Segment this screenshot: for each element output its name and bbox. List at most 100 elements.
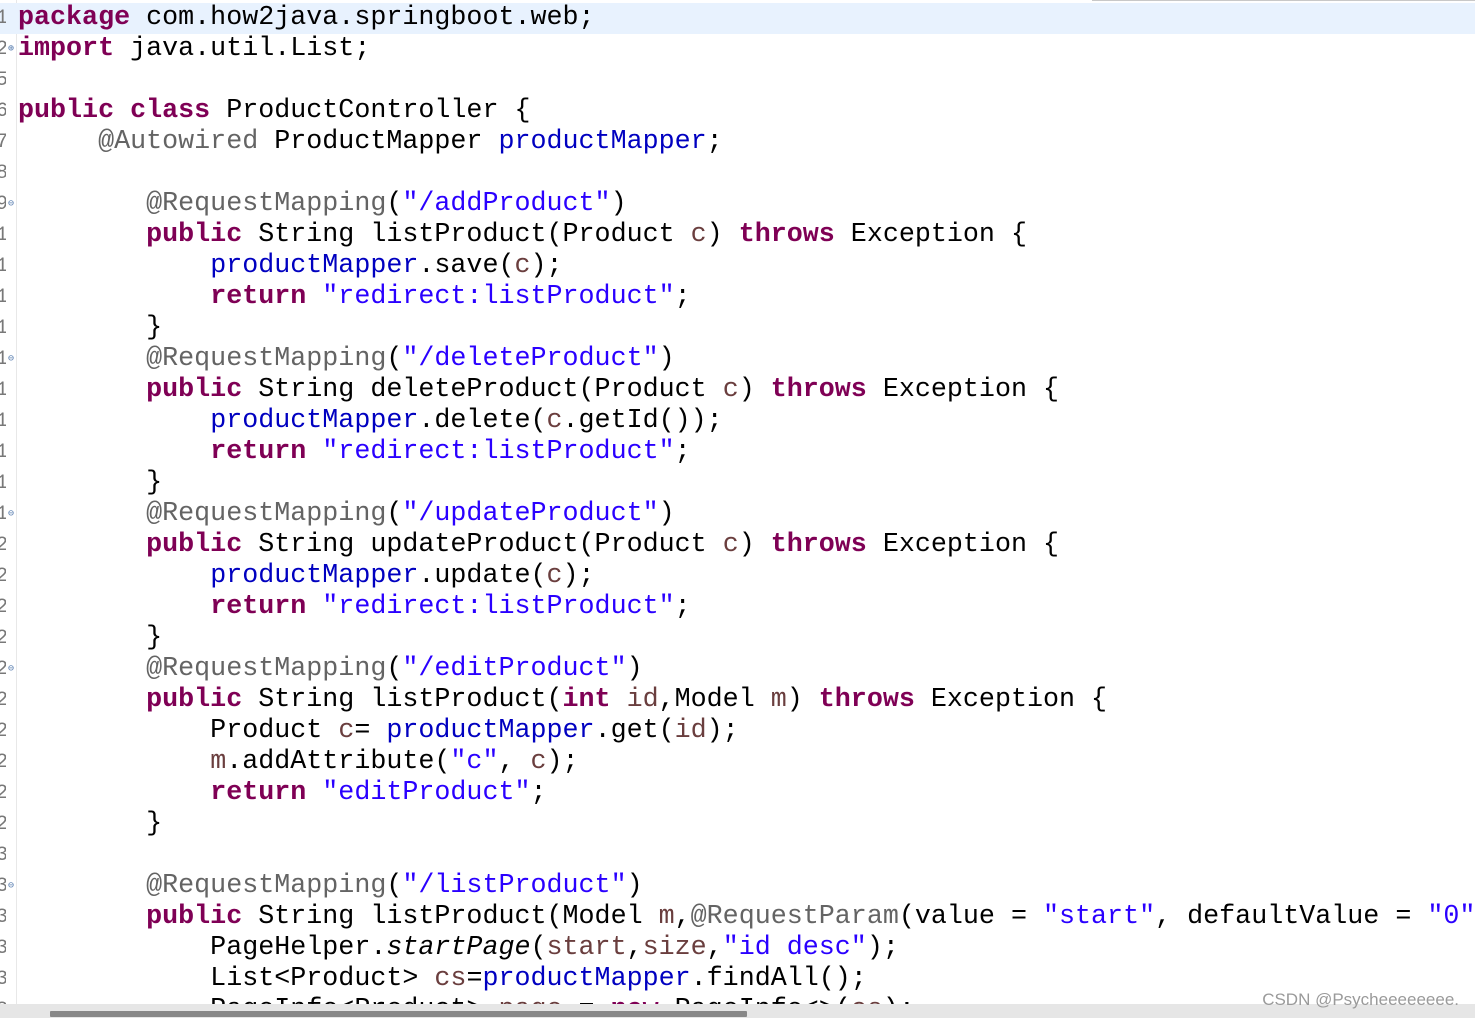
code-text[interactable]: public String listProduct(int id,Model m… <box>18 685 1107 716</box>
code-token: @RequestMapping <box>146 871 387 901</box>
code-line[interactable]: 19⊖ @RequestMapping("/updateProduct") <box>0 499 1475 530</box>
code-line[interactable]: 1 package com.how2java.springboot.web; <box>0 3 1475 34</box>
code-token: ) <box>610 189 627 219</box>
code-line[interactable]: 8 <box>0 158 1475 189</box>
code-line[interactable]: 31⊖ @RequestMapping("/listProduct") <box>0 871 1475 902</box>
code-text[interactable]: return "redirect:listProduct"; <box>18 592 690 623</box>
code-text[interactable]: return "redirect:listProduct"; <box>18 437 690 468</box>
code-text[interactable]: @RequestMapping("/editProduct") <box>18 654 642 685</box>
code-token: @RequestMapping <box>146 344 387 374</box>
code-line[interactable]: 24⊖ @RequestMapping("/editProduct") <box>0 654 1475 685</box>
code-line[interactable]: 27 m.addAttribute("c", c); <box>0 747 1475 778</box>
horizontal-scrollbar-thumb[interactable] <box>50 1011 747 1017</box>
code-text[interactable]: public String deleteProduct(Product c) t… <box>18 375 1059 406</box>
code-token: "/updateProduct" <box>402 499 659 529</box>
code-text[interactable]: } <box>18 809 162 840</box>
code-line[interactable]: 34 List<Product> cs=productMapper.findAl… <box>0 964 1475 995</box>
code-text[interactable]: @RequestMapping("/deleteProduct") <box>18 344 675 375</box>
code-line[interactable]: 9⊖ @RequestMapping("/addProduct") <box>0 189 1475 220</box>
code-token: ); <box>546 747 579 777</box>
code-line[interactable]: 29 } <box>0 809 1475 840</box>
code-text[interactable]: } <box>18 468 162 499</box>
code-token: ( <box>530 933 547 963</box>
code-token: List<Product> <box>18 964 435 994</box>
code-line[interactable]: 13 } <box>0 313 1475 344</box>
code-editor[interactable]: 1 package com.how2java.springboot.web;2⊕i… <box>0 0 1475 1004</box>
fold-collapse-icon[interactable]: ⊖ <box>6 871 16 902</box>
code-text[interactable]: List<Product> cs=productMapper.findAll()… <box>18 964 867 995</box>
code-token: "c" <box>450 747 499 777</box>
code-line[interactable]: 7 @Autowired ProductMapper productMapper… <box>0 127 1475 158</box>
code-token: throws <box>770 375 867 405</box>
code-text[interactable]: } <box>18 313 162 344</box>
code-line[interactable]: 10 public String listProduct(Product c) … <box>0 220 1475 251</box>
code-line[interactable]: 6 public class ProductController { <box>0 96 1475 127</box>
code-token: String listProduct(Model <box>242 902 659 932</box>
code-token: "0" <box>1427 902 1475 932</box>
code-text[interactable]: productMapper.update(c); <box>18 561 594 592</box>
code-line[interactable]: 30 <box>0 840 1475 871</box>
fold-collapse-icon[interactable]: ⊖ <box>6 499 16 530</box>
code-token: "redirect:listProduct" <box>322 282 675 312</box>
code-text[interactable]: package com.how2java.springboot.web; <box>18 3 595 34</box>
code-token: Exception { <box>914 685 1108 715</box>
code-text[interactable]: public String updateProduct(Product c) t… <box>18 530 1059 561</box>
code-token: @RequestParam <box>690 902 899 932</box>
code-text[interactable]: return "redirect:listProduct"; <box>18 282 690 313</box>
code-line[interactable]: 18 } <box>0 468 1475 499</box>
code-text[interactable]: @RequestMapping("/updateProduct") <box>18 499 675 530</box>
code-line[interactable]: 26 Product c= productMapper.get(id); <box>0 716 1475 747</box>
fold-collapse-icon[interactable]: ⊖ <box>6 189 16 220</box>
code-line[interactable]: 2⊕import java.util.List; <box>0 34 1475 65</box>
code-token: .save( <box>418 251 515 281</box>
code-line[interactable]: 35 PageInfo<Product> page = new PageInfo… <box>0 995 1475 1004</box>
fold-collapse-icon[interactable]: ⊖ <box>6 344 16 375</box>
code-text[interactable]: public class ProductController { <box>18 96 531 127</box>
code-line[interactable]: 32 public String listProduct(Model m,@Re… <box>0 902 1475 933</box>
code-text[interactable]: @Autowired ProductMapper productMapper; <box>18 127 723 158</box>
code-line[interactable]: 25 public String listProduct(int id,Mode… <box>0 685 1475 716</box>
code-text[interactable]: public String listProduct(Product c) thr… <box>18 220 1027 251</box>
code-line[interactable]: 12 return "redirect:listProduct"; <box>0 282 1475 313</box>
code-text[interactable]: productMapper.delete(c.getId()); <box>18 406 723 437</box>
code-token: size <box>642 933 707 963</box>
code-text[interactable]: PageInfo<Product> page = new PageInfo<>(… <box>18 995 915 1004</box>
code-text[interactable]: @RequestMapping("/listProduct") <box>18 871 642 902</box>
code-text[interactable]: PageHelper.startPage(start,size,"id desc… <box>18 933 899 964</box>
code-text[interactable]: public String listProduct(Model m,@Reque… <box>18 902 1475 933</box>
code-text[interactable]: @RequestMapping("/addProduct") <box>18 189 627 220</box>
code-line[interactable]: 21 productMapper.update(c); <box>0 561 1475 592</box>
line-number: 15 <box>0 375 6 406</box>
code-text[interactable]: return "editProduct"; <box>18 778 546 809</box>
code-token: } <box>18 809 163 839</box>
code-line[interactable]: 5 <box>0 65 1475 96</box>
code-line[interactable]: 11 productMapper.save(c); <box>0 251 1475 282</box>
code-token: id <box>674 716 707 746</box>
code-line[interactable]: 28 return "editProduct"; <box>0 778 1475 809</box>
code-line[interactable]: 16 productMapper.delete(c.getId()); <box>0 406 1475 437</box>
code-token: ); <box>530 251 563 281</box>
code-line[interactable]: 20 public String updateProduct(Product c… <box>0 530 1475 561</box>
code-line[interactable]: 15 public String deleteProduct(Product c… <box>0 375 1475 406</box>
code-text[interactable]: m.addAttribute("c", c); <box>18 747 579 778</box>
code-token: c <box>546 561 563 591</box>
line-number: 22 <box>0 592 6 623</box>
code-token: productMapper <box>210 406 419 436</box>
code-token: , <box>626 933 643 963</box>
code-line[interactable]: 33 PageHelper.startPage(start,size,"id d… <box>0 933 1475 964</box>
code-line[interactable]: 14⊖ @RequestMapping("/deleteProduct") <box>0 344 1475 375</box>
code-text[interactable]: productMapper.save(c); <box>18 251 563 282</box>
code-line[interactable]: 22 return "redirect:listProduct"; <box>0 592 1475 623</box>
fold-expand-icon[interactable]: ⊕ <box>6 34 16 65</box>
code-line[interactable]: 17 return "redirect:listProduct"; <box>0 437 1475 468</box>
code-token: m <box>770 685 787 715</box>
code-token: Exception { <box>866 530 1060 560</box>
code-token: = <box>563 995 611 1004</box>
code-line[interactable]: 23 } <box>0 623 1475 654</box>
fold-collapse-icon[interactable]: ⊖ <box>6 654 16 685</box>
code-text[interactable]: Product c= productMapper.get(id); <box>18 716 739 747</box>
code-text[interactable]: } <box>18 623 162 654</box>
code-text[interactable]: import java.util.List; <box>18 34 370 65</box>
